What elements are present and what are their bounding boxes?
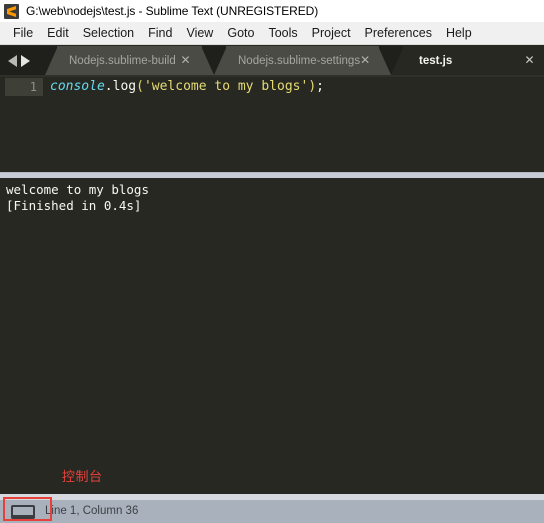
logo-s-glyph <box>7 5 16 17</box>
tab-navigation <box>8 46 30 75</box>
tab-label: Nodejs.sublime-build <box>69 54 176 67</box>
status-bar: Line 1, Column 36 <box>0 500 544 523</box>
tab-test-js[interactable]: test.js ✕ <box>391 46 544 75</box>
console-output-line: [Finished in 0.4s] <box>6 198 142 213</box>
token-property: .log <box>104 79 137 94</box>
console-output-line: welcome to my blogs <box>6 182 149 197</box>
cursor-position-label: Line 1, Column 36 <box>45 505 139 517</box>
status-bar-icon-button[interactable] <box>0 500 45 523</box>
tab-left-wedge <box>214 46 227 75</box>
menu-item-selection[interactable]: Selection <box>76 22 141 44</box>
code-editor[interactable]: 1 console.log('welcome to my blogs'); <box>0 75 544 172</box>
chevron-left-icon[interactable] <box>8 54 17 67</box>
line-number: 1 <box>29 80 37 94</box>
sublime-text-window: G:\web\nodejs\test.js - Sublime Text (UN… <box>0 0 544 523</box>
menu-item-file[interactable]: File <box>6 22 40 44</box>
build-output-panel[interactable]: welcome to my blogs [Finished in 0.4s] <box>0 178 544 494</box>
window-title: G:\web\nodejs\test.js - Sublime Text (UN… <box>26 4 319 18</box>
editor-top-edge <box>0 75 544 77</box>
close-icon[interactable]: ✕ <box>360 54 370 67</box>
sublime-text-logo-icon <box>4 3 19 19</box>
close-icon[interactable]: ✕ <box>179 54 192 67</box>
tab-label: Nodejs.sublime-settings <box>238 54 361 67</box>
tab-bar: Nodejs.sublime-build ✕ Nodejs.sublime-se… <box>0 46 544 75</box>
token-open-paren: ( <box>136 79 144 94</box>
close-icon[interactable]: ✕ <box>523 54 536 67</box>
menu-item-project[interactable]: Project <box>305 22 358 44</box>
token-semicolon: ; <box>316 79 324 94</box>
tab-label: test.js <box>419 54 453 67</box>
tab-right-wedge <box>201 46 214 75</box>
menu-item-help[interactable]: Help <box>439 22 479 44</box>
tab-right-wedge <box>378 46 391 75</box>
menu-item-preferences[interactable]: Preferences <box>358 22 439 44</box>
code-line-1: console.log('welcome to my blogs'); <box>50 78 324 96</box>
chevron-right-icon[interactable] <box>21 54 30 67</box>
title-bar: G:\web\nodejs\test.js - Sublime Text (UN… <box>0 0 544 22</box>
menu-item-goto[interactable]: Goto <box>220 22 261 44</box>
menu-item-tools[interactable]: Tools <box>261 22 304 44</box>
token-object: console <box>50 79 105 94</box>
menu-bar: File Edit Selection Find View Goto Tools… <box>0 22 544 45</box>
tab-nodejs-sublime-settings[interactable]: Nodejs.sublime-settings ✕ <box>214 46 391 75</box>
annotation-label: 控制台 <box>62 470 103 485</box>
menu-item-edit[interactable]: Edit <box>40 22 76 44</box>
token-string: 'welcome to my blogs' <box>143 79 309 94</box>
menu-item-find[interactable]: Find <box>141 22 179 44</box>
tab-nodejs-sublime-build[interactable]: Nodejs.sublime-build ✕ <box>45 46 214 75</box>
menu-item-view[interactable]: View <box>179 22 220 44</box>
token-close-paren: ) <box>308 79 317 94</box>
monitor-icon <box>10 504 35 519</box>
